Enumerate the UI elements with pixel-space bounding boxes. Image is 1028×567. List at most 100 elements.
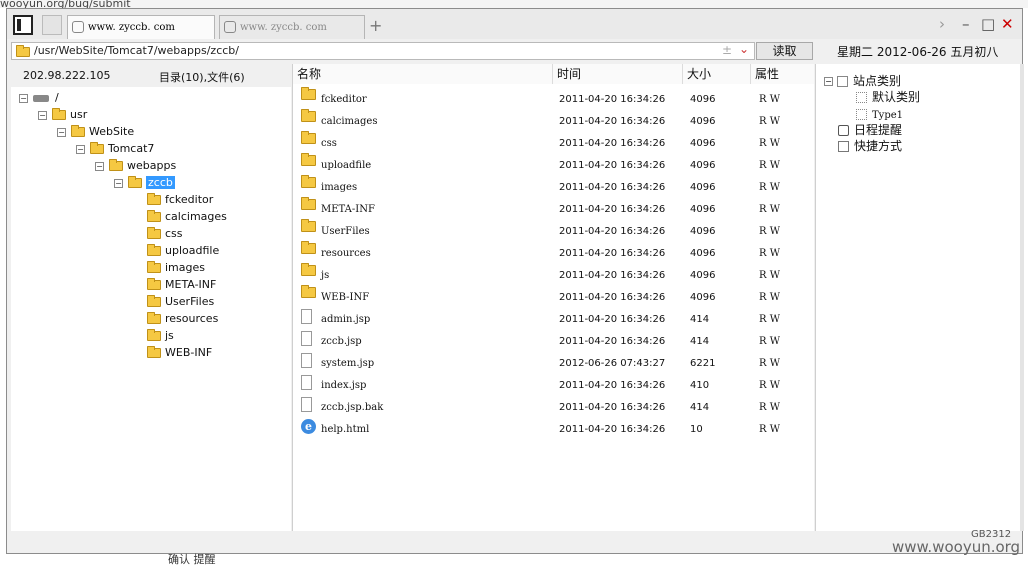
file-row[interactable]: index.jsp 2011-04-20 16:34:26 410 R W (293, 375, 814, 397)
tree-node-label: resources (165, 312, 219, 325)
tree-node-label: css (165, 227, 183, 240)
tree-node[interactable]: − webapps (95, 157, 176, 174)
collapse-toggle-icon[interactable]: − (76, 144, 85, 154)
site-panel-label: Type1 (872, 110, 904, 121)
folder-icon (52, 108, 66, 120)
tree-node[interactable]: fckeditor (147, 191, 213, 208)
server-ip: 202.98.222.105 (23, 69, 111, 82)
tree-node[interactable]: js (147, 327, 174, 344)
chevron-right-icon[interactable]: › (939, 15, 945, 33)
maximize-icon[interactable]: □ (981, 15, 995, 33)
file-row[interactable]: e help.html 2011-04-20 16:34:26 10 R W (293, 419, 814, 441)
file-attr: R W (759, 336, 780, 347)
folder-icon (147, 210, 161, 222)
column-header-size[interactable]: 大小 (683, 64, 751, 84)
tree-node-label: UserFiles (165, 295, 215, 308)
tree-node[interactable]: uploadfile (147, 242, 219, 259)
tree-node[interactable]: META-INF (147, 276, 216, 293)
collapse-toggle-icon[interactable]: − (57, 127, 66, 137)
file-name: calcimages (321, 116, 378, 127)
file-size: 4096 (690, 138, 716, 149)
collapse-toggle-icon[interactable]: − (824, 77, 833, 86)
column-header-time[interactable]: 时间 (553, 64, 683, 84)
file-row[interactable]: resources 2011-04-20 16:34:26 4096 R W (293, 241, 814, 265)
chevron-down-icon[interactable]: ⌄ (739, 42, 749, 56)
tree-node[interactable]: images (147, 259, 205, 276)
folder-icon (71, 125, 85, 137)
file-row[interactable]: UserFiles 2011-04-20 16:34:26 4096 R W (293, 219, 814, 243)
tree-node[interactable]: css (147, 225, 183, 242)
file-time: 2012-06-26 07:43:27 (559, 358, 666, 369)
site-panel-item[interactable]: 日程提醒 (838, 122, 902, 138)
file-name: fckeditor (321, 94, 367, 105)
site-panel-item[interactable]: 快捷方式 (838, 138, 902, 154)
file-row[interactable]: admin.jsp 2011-04-20 16:34:26 414 R W (293, 309, 814, 331)
read-button[interactable]: 读取 (756, 42, 813, 60)
file-size: 10 (690, 424, 703, 435)
tree-node[interactable]: resources (147, 310, 218, 327)
collapse-toggle-icon[interactable]: − (95, 161, 104, 171)
collapse-toggle-icon[interactable]: − (114, 178, 123, 188)
file-name: system.jsp (321, 358, 375, 369)
file-name: js (321, 270, 330, 281)
file-size: 4096 (690, 292, 716, 303)
folder-icon (147, 244, 161, 256)
folder-icon (147, 346, 161, 358)
tree-node-label: / (55, 91, 59, 104)
folder-icon (147, 329, 161, 341)
tree-node[interactable]: − usr (38, 106, 87, 123)
file-row[interactable]: zccb.jsp.bak 2011-04-20 16:34:26 414 R W (293, 397, 814, 419)
tree-node[interactable]: WEB-INF (147, 344, 212, 361)
sidebar-toggle-icon[interactable] (13, 15, 33, 35)
tree-node[interactable]: − Tomcat7 (76, 140, 154, 157)
address-bar[interactable]: /usr/WebSite/Tomcat7/webapps/zccb/ ± ⌄ (11, 42, 755, 60)
file-row[interactable]: images 2011-04-20 16:34:26 4096 R W (293, 175, 814, 199)
file-row[interactable]: META-INF 2011-04-20 16:34:26 4096 R W (293, 197, 814, 221)
minimize-icon[interactable]: – (962, 15, 970, 33)
date-display: 星期二 2012-06-26 五月初八 (837, 45, 999, 59)
file-row[interactable]: fckeditor 2011-04-20 16:34:26 4096 R W (293, 87, 814, 111)
close-icon[interactable]: ✕ (1001, 15, 1014, 33)
grid-icon[interactable] (42, 15, 62, 35)
category-box-icon (856, 109, 867, 120)
site-panel-item[interactable]: 默认类别 (856, 89, 920, 105)
file-row[interactable]: zccb.jsp 2011-04-20 16:34:26 414 R W (293, 331, 814, 353)
file-row[interactable]: calcimages 2011-04-20 16:34:26 4096 R W (293, 109, 814, 133)
file-row[interactable]: css 2011-04-20 16:34:26 4096 R W (293, 131, 814, 155)
tab-inactive[interactable]: www. zyccb. com (219, 15, 365, 39)
collapse-toggle-icon[interactable]: − (19, 93, 28, 103)
tree-node[interactable]: calcimages (147, 208, 227, 225)
scrollbar[interactable] (1020, 64, 1024, 531)
tree-node-label: calcimages (165, 210, 227, 223)
star-icon[interactable]: ± (722, 43, 732, 57)
site-panel: − 站点类别 默认类别 Type1 日程提醒 快捷方式 (815, 64, 1020, 531)
file-attr: R W (759, 138, 780, 149)
collapse-toggle-icon[interactable]: − (38, 110, 47, 120)
clock-icon (838, 125, 849, 136)
list-icon (837, 76, 848, 87)
file-size: 4096 (690, 116, 716, 127)
tree-node[interactable]: − / (19, 89, 59, 106)
tab-active[interactable]: www. zyccb. com (67, 15, 215, 39)
column-header-name[interactable]: 名称 (293, 64, 553, 84)
file-time: 2011-04-20 16:34:26 (559, 138, 666, 149)
tree-node[interactable]: − WebSite (57, 123, 134, 140)
file-attr: R W (759, 380, 780, 391)
new-tab-plus-icon[interactable]: + (369, 16, 382, 35)
file-name: css (321, 138, 337, 149)
tree-node[interactable]: UserFiles (147, 293, 214, 310)
tree-node[interactable]: − zccb (114, 174, 175, 191)
file-name: zccb.jsp.bak (321, 402, 384, 413)
site-panel-item[interactable]: − 站点类别 (824, 73, 901, 89)
file-size: 414 (690, 402, 710, 413)
file-row[interactable]: WEB-INF 2011-04-20 16:34:26 4096 R W (293, 285, 814, 309)
tree-node-label: META-INF (165, 278, 217, 291)
file-row[interactable]: js 2011-04-20 16:34:26 4096 R W (293, 263, 814, 287)
site-panel-label: 快捷方式 (854, 139, 903, 153)
tree-node-label: uploadfile (165, 244, 220, 257)
file-row[interactable]: system.jsp 2012-06-26 07:43:27 6221 R W (293, 353, 814, 375)
site-panel-item[interactable]: Type1 (856, 106, 903, 122)
column-header-attr[interactable]: 属性 (751, 64, 814, 84)
file-attr: R W (759, 402, 780, 413)
file-row[interactable]: uploadfile 2011-04-20 16:34:26 4096 R W (293, 153, 814, 177)
